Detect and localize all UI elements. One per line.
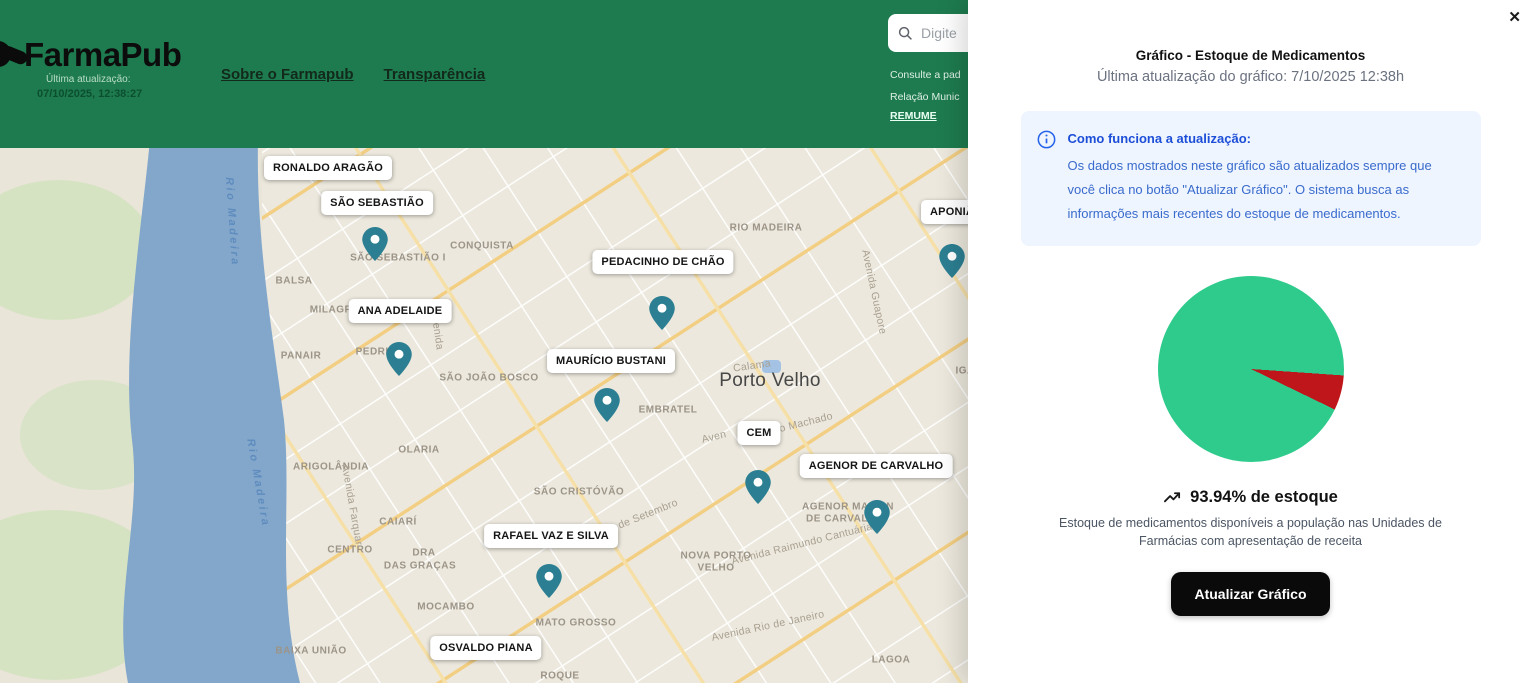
map-label-area: EMBRATEL [639,405,698,416]
trending-up-icon [1163,488,1182,507]
map-label-area: LAGOA [872,655,911,666]
map-unit-label[interactable]: SÃO SEBASTIÃO [321,191,433,215]
search-icon [898,26,913,41]
panel-title: Gráfico - Estoque de Medicamentos [1136,48,1366,63]
map-pin-icon[interactable] [594,388,620,422]
panel-subtitle: Última atualização do gráfico: 7/10/2025… [1097,69,1404,85]
map-pin-icon[interactable] [939,244,965,278]
pie-chart [1158,276,1344,462]
map-label-area: VELHO [698,563,735,574]
info-box: Como funciona a atualização: Os dados mo… [1021,111,1481,246]
map-label-area: CAIARÍ [379,517,416,528]
map-pin-icon[interactable] [386,342,412,376]
nav-link-about[interactable]: Sobre o Farmapub [221,66,354,83]
map-label-area: SÃO CRISTÓVÃO [534,487,624,498]
map-unit-label[interactable]: MAURÍCIO BUSTANI [547,349,675,373]
map-label-area: OLARIA [398,445,439,456]
map-unit-label[interactable]: RONALDO ARAGÃO [264,156,392,180]
main-nav: Sobre o Farmapub Transparência [221,66,485,83]
chart-caption: Estoque de medicamentos disponíveis a po… [1046,515,1456,550]
map-label-area: CENTRO [327,545,372,556]
map-label-area: SÃO JOÃO BOSCO [439,373,538,384]
map-label-area: MILAGR [310,305,352,316]
remume-link[interactable]: REMUME [890,110,937,122]
map-label-area: PANAIR [281,351,322,362]
consult-text-line1: Consulte a pad [890,69,961,81]
map-pin-icon[interactable] [362,227,388,261]
stock-percentage: 93.94% de estoque [1190,488,1338,507]
map-label-area: DRA [412,548,435,559]
map-unit-label[interactable]: RAFAEL VAZ E SILVA [484,524,618,548]
map-label-area: MOCAMBO [417,602,474,613]
last-update-label: Última atualização: [46,74,130,85]
map-label-city: Porto Velho [719,370,821,392]
info-icon [1037,130,1056,149]
map-label-area: BALSA [276,276,313,287]
stock-stat: 93.94% de estoque [1163,488,1338,507]
map-label-area: CONQUISTA [450,241,514,252]
chart-panel: ✕ Gráfico - Estoque de Medicamentos Últi… [968,0,1533,683]
map-pin-icon[interactable] [536,564,562,598]
info-body: Os dados mostrados neste gráfico são atu… [1068,154,1461,226]
map-unit-label[interactable]: PEDACINHO DE CHÃO [592,250,733,274]
map-pin-icon[interactable] [745,470,771,504]
brand-title: FarmaPub [24,36,181,74]
info-heading: Como funciona a atualização: [1068,131,1461,146]
map-pin-icon[interactable] [649,296,675,330]
map-label-area: MATO GROSSO [536,618,617,629]
map-unit-label[interactable]: ANA ADELAIDE [349,299,452,323]
update-chart-button[interactable]: Atualizar Gráfico [1171,572,1329,616]
close-icon[interactable]: ✕ [1508,8,1521,26]
map-label-area: DAS GRAÇAS [384,561,456,572]
map-pin-icon[interactable] [864,500,890,534]
map-unit-label[interactable]: CEM [737,421,780,445]
consult-text-line2: Relação Munic [890,91,959,103]
nav-link-transparency[interactable]: Transparência [384,66,486,83]
last-update-value: 07/10/2025, 12:38:27 [37,88,142,100]
map-unit-label[interactable]: OSVALDO PIANA [430,636,541,660]
map-label-area: RIO MADEIRA [730,223,803,234]
map-unit-label[interactable]: AGENOR DE CARVALHO [800,454,953,478]
map-label-area: ROQUE [540,671,579,682]
map-label-area: BAIXA UNIÃO [275,646,346,657]
map-label-area: ARIGOLÂNDIA [293,462,369,473]
